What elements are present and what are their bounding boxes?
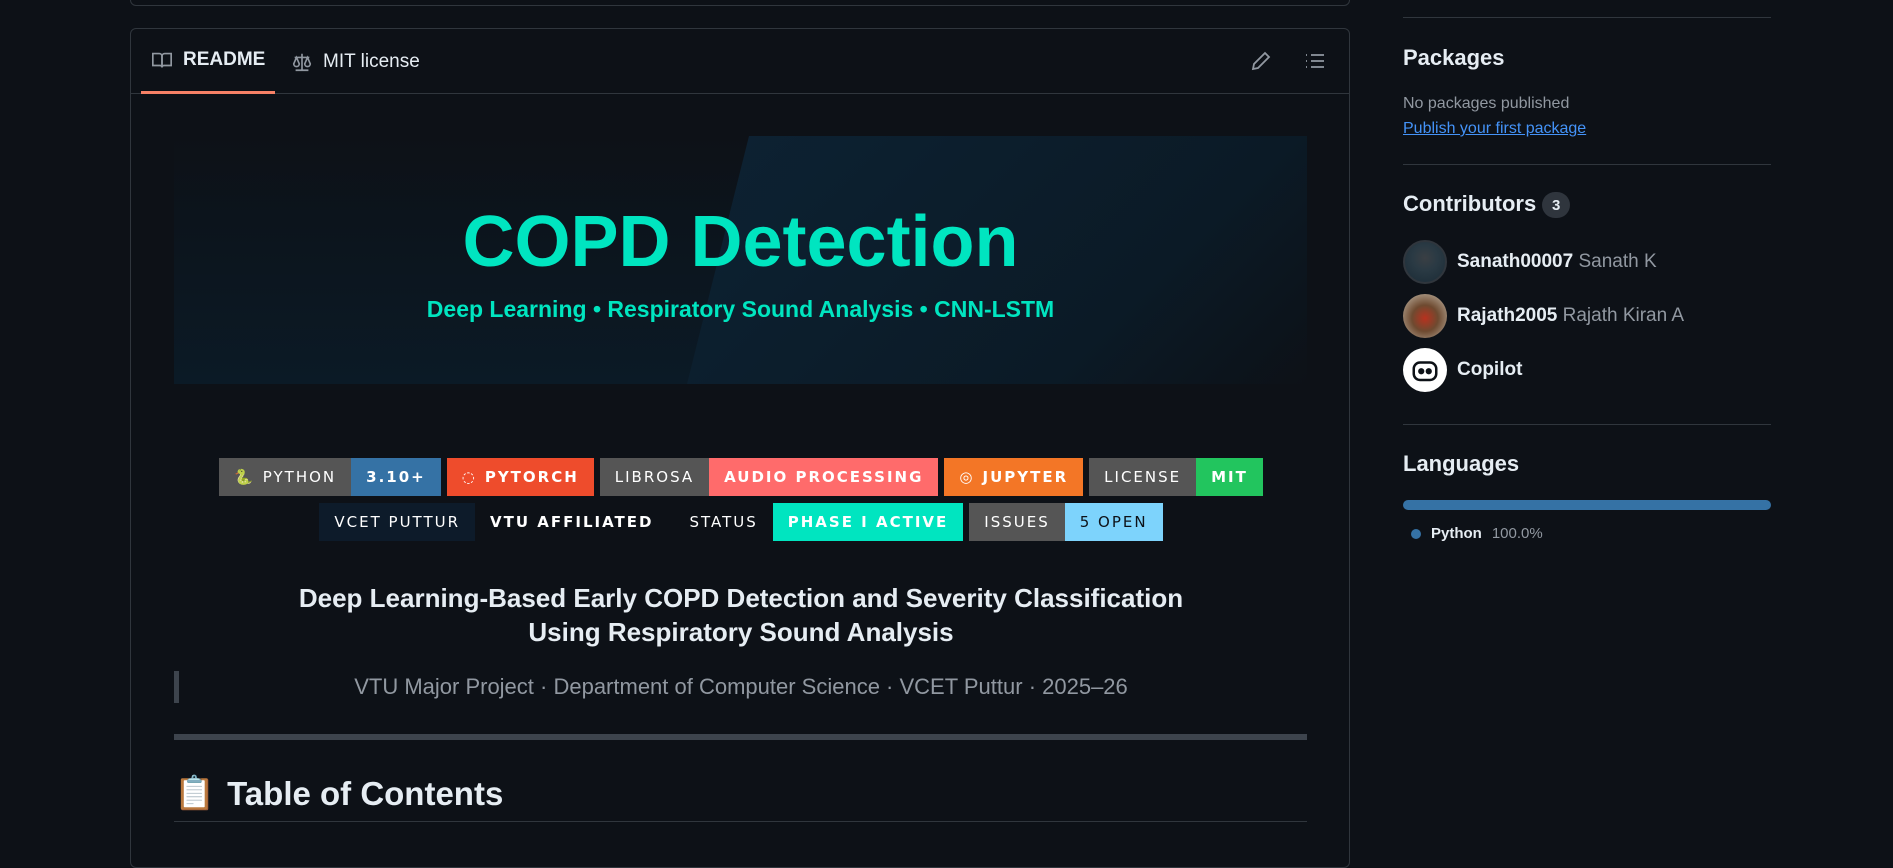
jupyter-badge[interactable]: ◎ JUPYTER [944, 458, 1084, 496]
publish-package-link[interactable]: Publish your first package [1403, 120, 1586, 138]
badge-row-1: 🐍 PYTHON 3.10+ ◌ PYTORCH LIBROSA AUDIO PRO… [131, 458, 1349, 496]
project-title-line1: Deep Learning-Based Early COPD Detection… [298, 583, 1184, 613]
tab-license[interactable]: MIT license [291, 29, 420, 94]
project-quote: VTU Major Project · Department of Comput… [354, 674, 1128, 699]
tab-readme[interactable]: README [141, 29, 276, 94]
repo-files-box [130, 0, 1350, 6]
license-badge[interactable]: LICENSE MIT [1089, 458, 1263, 496]
language-color-dot [1411, 528, 1421, 539]
contributor-sanath[interactable]: Sanath00007 Sanath K [1403, 240, 1657, 284]
contributors-heading[interactable]: Contributors 3 [1403, 191, 1571, 219]
pencil-icon[interactable] [1249, 49, 1273, 73]
tab-license-label: MIT license [323, 50, 420, 72]
packages-heading[interactable]: Packages [1403, 45, 1505, 71]
sidebar-divider [1403, 164, 1771, 165]
hero-banner: COPD Detection Deep Learning • Respirato… [174, 136, 1307, 384]
avatar [1403, 294, 1447, 338]
contributor-copilot[interactable]: Copilot [1403, 348, 1522, 392]
sidebar-divider [1403, 17, 1771, 18]
hero-title: COPD Detection [462, 202, 1019, 282]
language-bar [1403, 500, 1771, 510]
language-item-python[interactable]: Python 100.0% [1411, 525, 1543, 542]
status-badge[interactable]: STATUS PHASE I ACTIVE [674, 503, 964, 541]
languages-heading: Languages [1403, 451, 1520, 476]
toc-underline [174, 821, 1307, 822]
toc-title: Table of Contents [227, 774, 504, 812]
outline-list-icon[interactable] [1303, 49, 1327, 73]
badge-row-2: VCET PUTTUR VTU AFFILIATED STATUS PHASE … [131, 503, 1349, 541]
divider [174, 734, 1307, 740]
readme-header: README MIT license [131, 29, 1349, 94]
contributors-count: 3 [1542, 192, 1571, 219]
issues-badge[interactable]: ISSUES 5 OPEN [969, 503, 1163, 541]
python-badge[interactable]: 🐍 PYTHON 3.10+ [219, 458, 441, 496]
no-packages-text: No packages published [1403, 95, 1570, 112]
pytorch-badge[interactable]: ◌ PYTORCH [446, 458, 594, 496]
project-title: Deep Learning-Based Early COPD Detection… [131, 581, 1349, 649]
toc-heading: 📋 Table of Contents [174, 774, 503, 813]
vcet-badge[interactable]: VCET PUTTUR VTU AFFILIATED [319, 503, 669, 541]
contributor-rajath[interactable]: Rajath2005 Rajath Kiran A [1403, 294, 1684, 338]
book-icon [152, 52, 172, 68]
python-icon: 🐍 [234, 468, 255, 486]
tab-readme-label: README [183, 49, 266, 70]
librosa-badge[interactable]: LIBROSA AUDIO PROCESSING [599, 458, 939, 496]
sidebar-divider [1403, 424, 1771, 425]
hero-subtitle: Deep Learning • Respiratory Sound Analys… [426, 296, 1055, 322]
clipboard-icon: 📋 [174, 774, 216, 811]
readme-panel: README MIT license COPD Detection Deep L… [130, 28, 1350, 868]
scale-icon [292, 53, 312, 71]
jupyter-icon: ◎ [959, 468, 975, 486]
avatar [1403, 240, 1447, 284]
pytorch-icon: ◌ [461, 468, 477, 486]
copilot-icon [1403, 348, 1447, 392]
project-title-line2: Using Respiratory Sound Analysis [528, 617, 954, 647]
